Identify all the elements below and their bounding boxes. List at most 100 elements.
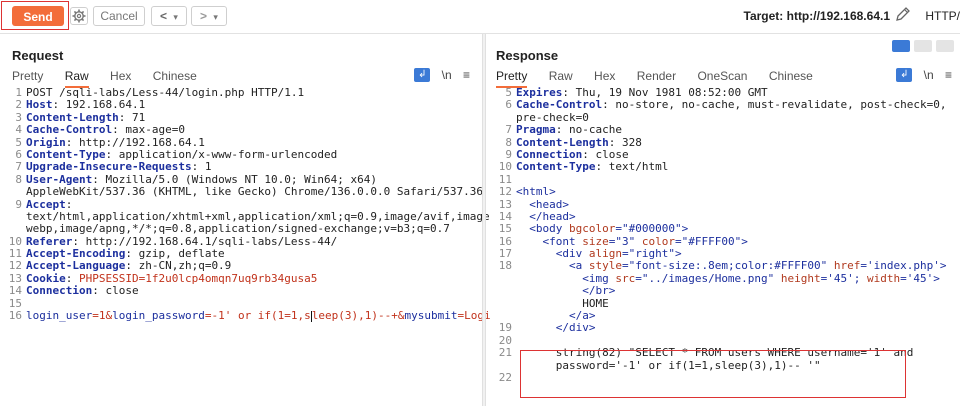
send-button[interactable]: Send (12, 6, 64, 26)
param-name: mysubmit (404, 309, 458, 323)
html-token: <div (516, 247, 589, 261)
html-token: = (621, 247, 629, 261)
html-tag: </div> (516, 321, 596, 335)
response-tab-onescan[interactable]: OneScan (697, 69, 747, 86)
cancel-button[interactable]: Cancel (93, 6, 145, 26)
response-tab-hex[interactable]: Hex (594, 69, 615, 86)
request-tab-hex[interactable]: Hex (110, 69, 131, 86)
header-value: 192.168.64.1 (59, 98, 146, 112)
pane-divider[interactable] (482, 34, 486, 406)
html-token (635, 235, 642, 248)
menu-icon[interactable]: ≡ (463, 68, 470, 82)
line-number: 9 (15, 197, 22, 211)
html-token: href (833, 259, 861, 273)
header-colon: : (92, 284, 99, 298)
response-editor[interactable]: 5 Expires: Thu, 19 Nov 1981 08:52:00 GMT 6… (490, 86, 960, 384)
back-dropdown-icon[interactable]: ▾ (173, 12, 178, 22)
response-pane: Response Pretty Raw Hex Render OneScan C… (490, 34, 960, 406)
pencil-icon[interactable] (894, 5, 912, 23)
plain-text: text/html,application/xhtml+xml,applicat… (26, 209, 497, 223)
line-number: 19 (498, 321, 512, 335)
http-version-label[interactable]: HTTP/ (925, 9, 960, 23)
code-text: AppleWebKit/537.36 (KHTML, like Gecko) C… (26, 185, 483, 199)
header-colon: : (125, 259, 132, 273)
forward-button[interactable]: > ▾ (191, 6, 227, 26)
header-name: Content-Type (26, 147, 106, 161)
toolbar: Send Cancel < ▾ > ▾ Target: http://192.1… (0, 0, 960, 34)
word-wrap-icon[interactable]: ↲ (414, 67, 431, 82)
response-tab-raw[interactable]: Raw (549, 69, 573, 86)
header-name: Content-Length (516, 135, 609, 149)
header-name: Accept-Language (26, 259, 126, 273)
code-line: 19 </div> (490, 321, 960, 335)
html-token: = (635, 271, 642, 285)
html-tag: <head> (516, 197, 569, 211)
header-name: Pragma (516, 123, 556, 137)
response-tab-render[interactable]: Render (637, 69, 676, 86)
code-text: Connection: close (26, 285, 139, 297)
request-editor[interactable]: 1 POST /sqli-labs/Less-44/login.php HTTP/… (0, 86, 498, 322)
header-value: application/x-www-form-urlencoded (112, 147, 338, 161)
html-token: 'index.php' (867, 259, 940, 273)
header-name: Accept-Encoding (26, 247, 126, 261)
single-pane-icon[interactable] (936, 40, 954, 52)
header-name: Connection (26, 284, 93, 298)
split-horizontal-icon[interactable] (892, 40, 910, 52)
header-name: Cache-Control (516, 98, 603, 112)
response-tab-chinese[interactable]: Chinese (769, 69, 813, 86)
word-wrap-icon[interactable]: ↲ (896, 67, 913, 82)
gear-icon-svg (72, 9, 86, 23)
request-tabs: Pretty Raw Hex Chinese (12, 69, 215, 88)
newline-toggle-icon[interactable]: \n (924, 68, 934, 82)
request-tab-pretty[interactable]: Pretty (12, 69, 43, 86)
plain-text: AppleWebKit/537.36 (KHTML, like Gecko) C… (26, 185, 483, 199)
html-token: <img (516, 271, 616, 285)
html-token: > (933, 271, 940, 285)
line-number: 22 (498, 370, 512, 384)
header-name: Origin (26, 135, 66, 149)
menu-icon[interactable]: ≡ (945, 68, 952, 82)
html-token: > (939, 259, 947, 273)
html-token: src (615, 271, 636, 285)
html-token: > (741, 234, 748, 248)
html-tag: <html> (516, 185, 556, 199)
line-number: 4 (15, 123, 22, 137)
header-value: text/html (602, 160, 669, 174)
html-token: '45' (906, 271, 934, 285)
line-number: 7 (505, 123, 512, 137)
forward-dropdown-icon[interactable]: ▾ (213, 12, 218, 22)
header-value: 1 (198, 160, 212, 174)
param-value: =-1' or if(1=1,s (204, 309, 311, 323)
back-icon: < (160, 9, 168, 23)
response-tabs: Pretty Raw Hex Render OneScan Chinese (496, 69, 831, 88)
header-value: http://192.168.64.1/sqli-labs/Less-44/ (78, 234, 338, 248)
header-value: close (588, 147, 629, 161)
code-text: login_user=1&login_password=-1' or if(1=… (26, 309, 497, 323)
code-line: 11 (490, 173, 960, 186)
header-value: Mozilla/5.0 (Windows NT 10.0; Win64; x64… (98, 172, 378, 186)
request-tab-chinese[interactable]: Chinese (153, 69, 197, 86)
split-vertical-icon[interactable] (914, 40, 932, 52)
header-name: Accept (26, 197, 66, 211)
header-name: Content-Type (516, 160, 596, 174)
html-token: size (582, 234, 609, 248)
plain-text: HOME (516, 296, 609, 310)
line-number: 18 (498, 259, 512, 273)
html-token: = (621, 259, 629, 273)
newline-toggle-icon[interactable]: \n (442, 68, 452, 82)
request-title: Request (12, 48, 64, 63)
back-button[interactable]: < ▾ (151, 6, 187, 26)
html-token: > (681, 222, 689, 236)
param-value: leep(3),1)--+& (311, 309, 405, 323)
request-view-icons: ↲ \n ≡ (406, 67, 470, 82)
html-token: ; (853, 271, 868, 285)
line-number: 6 (505, 98, 512, 112)
gear-icon[interactable] (70, 7, 88, 25)
code-line: 14 Connection: close (0, 284, 478, 297)
html-token: "#000000" (621, 222, 682, 236)
sql-output-highlight-box (520, 350, 906, 398)
code-text: </div> (516, 321, 596, 335)
header-colon: : (65, 197, 73, 211)
line-number: 2 (15, 98, 22, 112)
header-colon: : (112, 123, 119, 137)
